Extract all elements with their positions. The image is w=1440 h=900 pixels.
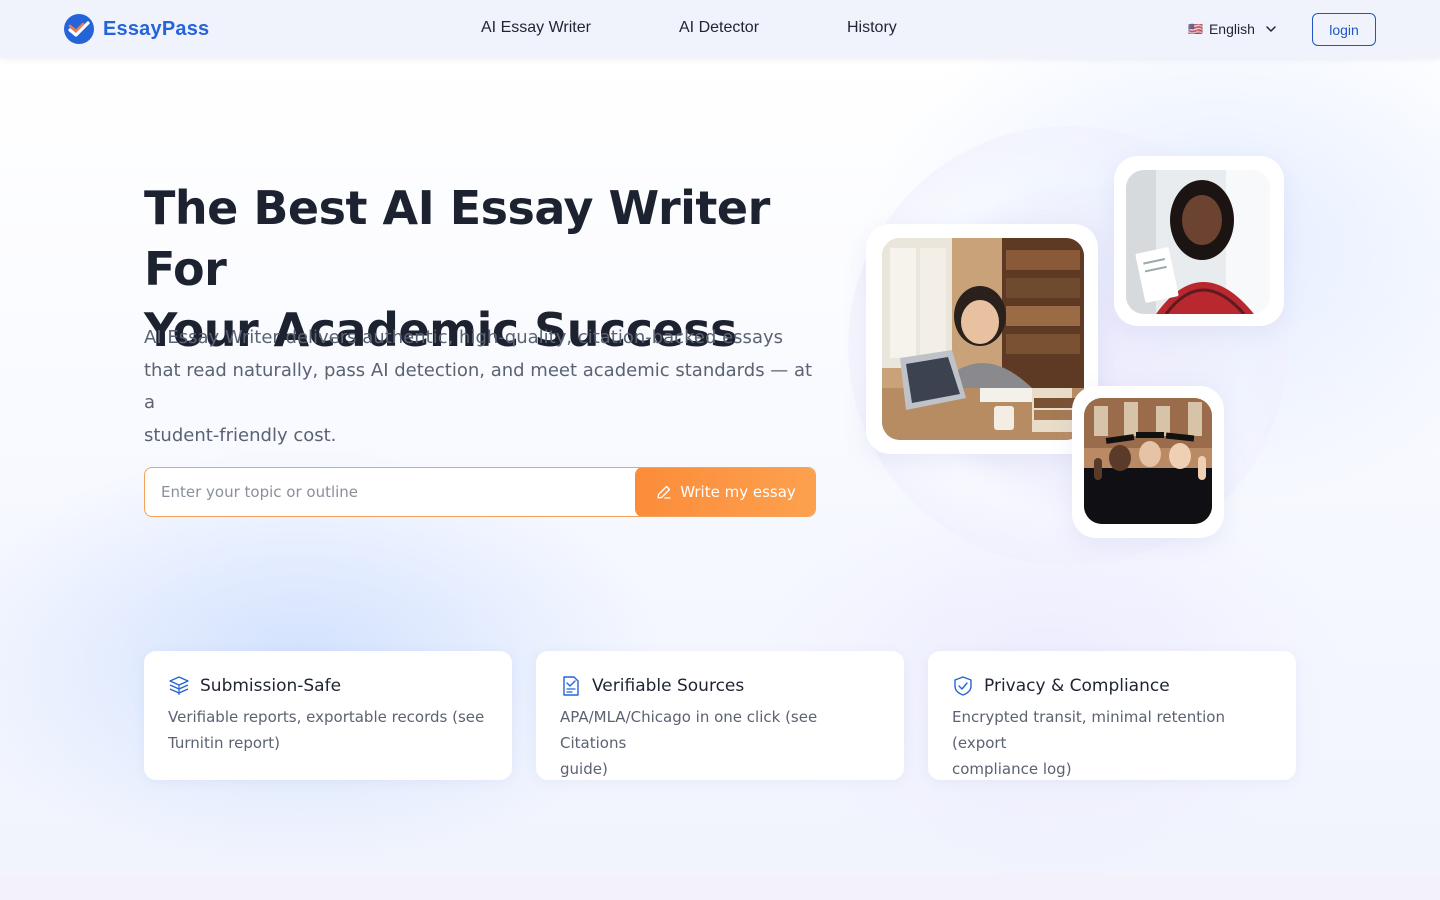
login-button[interactable]: login [1312,13,1376,46]
box-stack-icon [169,676,189,695]
write-my-essay-label: Write my essay [680,483,796,501]
chevron-down-icon [1266,26,1276,32]
topic-input-group: Write my essay [144,467,816,517]
hero-subtitle-line-3: student-friendly cost. [144,424,337,446]
feature-description-line-2: guide) [560,760,608,778]
us-flag-icon: 🇺🇸 [1188,22,1203,36]
document-check-icon [563,676,579,696]
next-section-edge [0,876,1440,900]
nav-ai-essay-writer[interactable]: AI Essay Writer [481,19,591,37]
feature-description-line-1: Verifiable reports, exportable records (… [168,708,485,726]
language-selector[interactable]: 🇺🇸 English [1174,14,1294,44]
brand-logo[interactable]: EssayPass [63,13,209,45]
top-navbar: EssayPass AI Essay Writer AI Detector Hi… [0,0,1440,58]
feature-title: Verifiable Sources [592,676,745,696]
feature-description: Encrypted transit, minimal retention (ex… [952,704,1272,782]
nav-history[interactable]: History [847,19,897,37]
brand-logo-icon [64,14,94,44]
hero-subtitle-line-2: that read naturally, pass AI detection, … [144,359,813,414]
topic-input[interactable] [145,468,635,516]
student-paper-photo [1126,170,1270,314]
brand-name: EssayPass [103,17,210,40]
pencil-icon [657,485,671,499]
shield-icon [954,676,972,696]
feature-card-submission-safe: Submission-Safe Verifiable reports, expo… [144,651,512,780]
hero-subtitle-line-1: AI Essay Writer delivers authentic, high… [144,327,783,348]
feature-description-line-2: compliance log) [952,760,1072,778]
language-label: English [1208,21,1255,37]
feature-description-line-2: Turnitin report) [168,734,280,752]
feature-card-privacy-compliance: Privacy & Compliance Encrypted transit, … [928,651,1296,780]
student-library-photo [882,238,1084,440]
feature-title: Privacy & Compliance [984,676,1170,696]
hero-title-line-1: The Best AI Essay Writer For [144,181,770,296]
nav-ai-detector[interactable]: AI Detector [679,19,759,37]
feature-card-verifiable-sources: Verifiable Sources APA/MLA/Chicago in on… [536,651,904,780]
feature-description: Verifiable reports, exportable records (… [168,704,488,756]
feature-description-line-1: APA/MLA/Chicago in one click (see Citati… [560,708,818,752]
feature-description: APA/MLA/Chicago in one click (see Citati… [560,704,880,782]
feature-title: Submission-Safe [200,676,342,696]
feature-description-line-1: Encrypted transit, minimal retention (ex… [952,708,1225,752]
write-my-essay-button[interactable]: Write my essay [635,468,815,516]
graduates-photo [1084,398,1212,524]
hero-subtitle: AI Essay Writer delivers authentic, high… [144,322,824,452]
